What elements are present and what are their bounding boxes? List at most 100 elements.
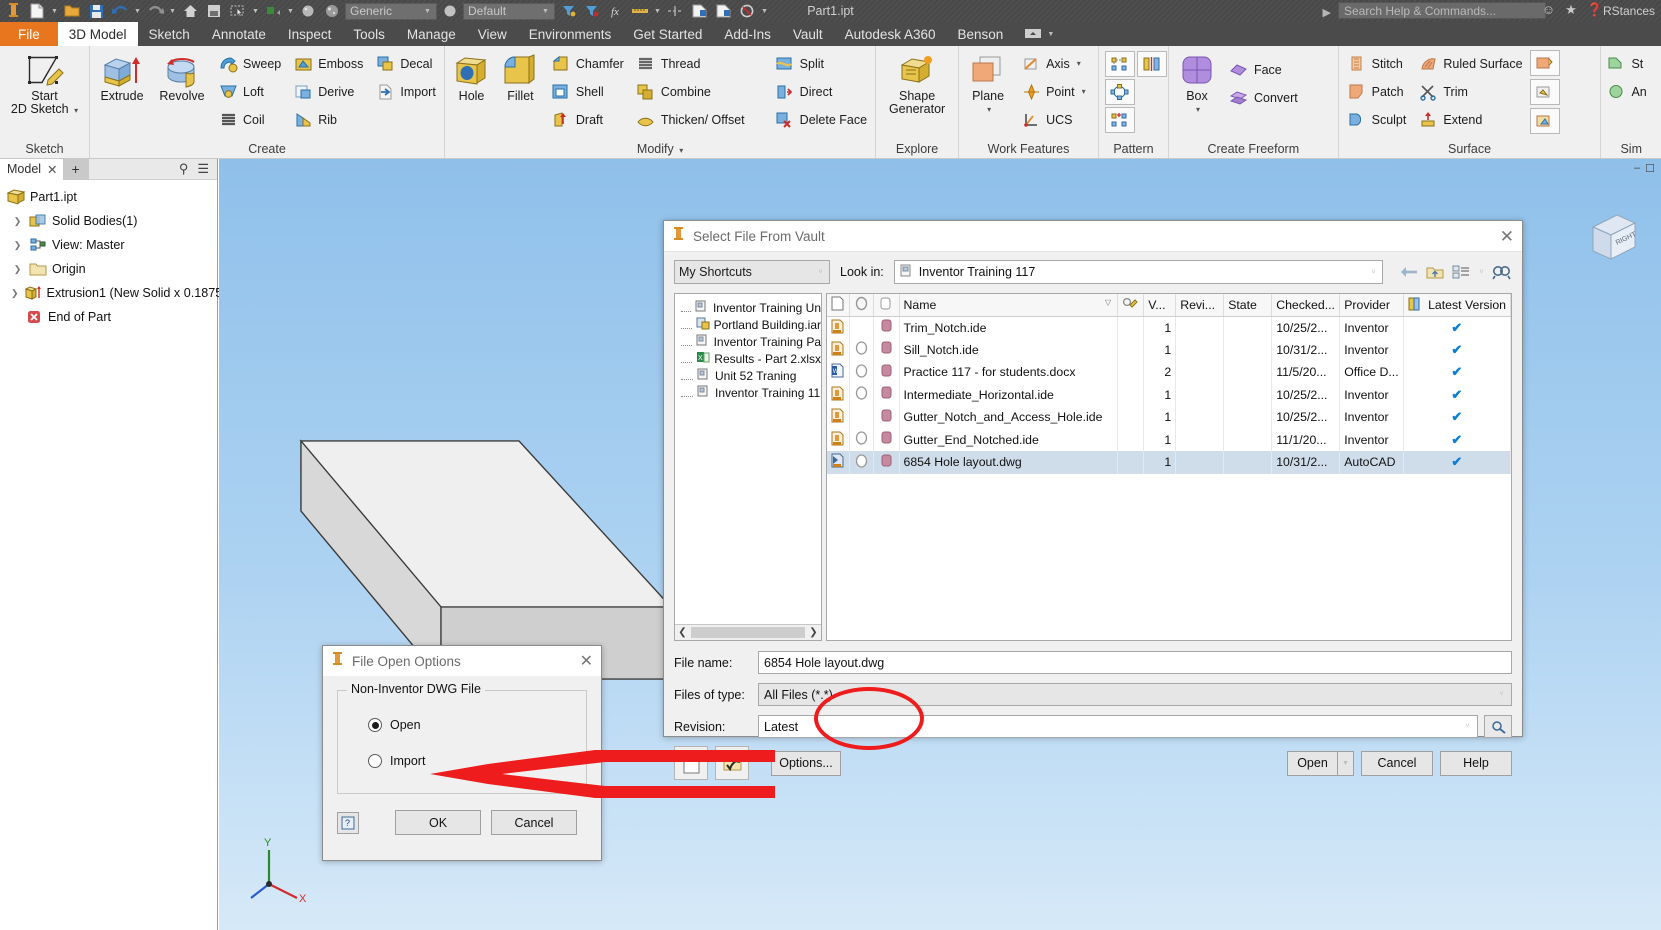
chevron-down-icon[interactable]: ▾ (1082, 87, 1086, 96)
mirror-button[interactable] (1136, 51, 1167, 77)
browser-tab-model[interactable]: Model ✕ (0, 158, 63, 180)
tab-3d-model[interactable]: 3D Model (57, 22, 138, 46)
update-mass-icon[interactable] (712, 1, 734, 21)
adjust-appearance-icon[interactable] (557, 1, 579, 21)
rectangular-pattern-button[interactable] (1104, 51, 1135, 77)
open-file-icon[interactable] (61, 1, 83, 21)
ucs-button[interactable]: UCS (1016, 106, 1091, 133)
col-checked[interactable]: Checked... (1271, 294, 1341, 317)
table-row[interactable]: Trim_Notch.ide 1 10/25/2... Inventor ✔ (827, 316, 1511, 339)
visual-style-icon[interactable] (262, 1, 284, 21)
table-row[interactable]: Gutter_Notch_and_Access_Hole.ide 1 10/25… (827, 406, 1511, 429)
col-provider[interactable]: Provider (1339, 294, 1404, 317)
col-version[interactable]: V... (1143, 294, 1177, 317)
no-symbol-dropdown-icon[interactable]: ▼ (760, 8, 769, 15)
files-of-type-select[interactable]: All Files (*.*) ˅ (758, 683, 1512, 706)
menu-icon[interactable]: ☰ (197, 161, 209, 177)
constraints-icon[interactable] (664, 1, 686, 21)
surface-extra-2-button[interactable] (1529, 79, 1560, 105)
box-button[interactable]: Box ▾ (1172, 48, 1222, 116)
shortcuts-select[interactable]: My Shortcuts ˅ (674, 260, 830, 284)
ruled-surface-button[interactable]: Ruled Surface (1413, 50, 1527, 77)
circular-pattern-button[interactable] (1104, 79, 1135, 105)
tab-view[interactable]: View (467, 22, 518, 46)
import-button[interactable]: Import (370, 78, 440, 105)
view-list-icon[interactable] (1451, 262, 1471, 282)
update-icon[interactable] (688, 1, 710, 21)
table-row-selected[interactable]: 6854 Hole layout.dwg 1 10/31/2... AutoCA… (827, 451, 1511, 474)
hole-button[interactable]: Hole (448, 48, 495, 103)
parameters-icon[interactable]: fx (605, 1, 627, 21)
appearance-select[interactable]: Default ▼ (463, 2, 555, 20)
search-icon[interactable]: ⚲ (179, 161, 189, 177)
back-arrow-icon[interactable] (1399, 262, 1419, 282)
scrollbar-thumb[interactable] (691, 627, 805, 638)
help-button[interactable]: Help (1440, 750, 1512, 776)
visual-style-dropdown-icon[interactable]: ▼ (286, 8, 295, 15)
tab-benson[interactable]: Benson (946, 22, 1014, 46)
delete-face-button[interactable]: Delete Face (770, 106, 872, 133)
shortcut-item[interactable]: Portland Building.iar (681, 316, 821, 333)
tab-vault[interactable]: Vault (782, 22, 834, 46)
surface-extra-1-button[interactable] (1529, 50, 1560, 76)
measure-dropdown-icon[interactable]: ▼ (653, 8, 662, 15)
view-cube[interactable]: RIGHT (1587, 209, 1639, 271)
close-icon[interactable]: ✕ (47, 162, 57, 177)
options-button[interactable]: Options... (771, 750, 841, 776)
revision-select[interactable]: Latest ˅ (758, 715, 1478, 738)
clear-appearance-icon[interactable] (581, 1, 603, 21)
select-dropdown-icon[interactable]: ▼ (251, 8, 260, 15)
direct-button[interactable]: Direct (770, 78, 872, 105)
col-status[interactable] (849, 294, 874, 317)
chevron-down-icon[interactable]: ▾ (987, 103, 991, 116)
measure-icon[interactable] (629, 1, 651, 21)
tree-node-part[interactable]: Part1.ipt (4, 185, 217, 209)
no-symbol-icon[interactable] (736, 1, 758, 21)
new-folder-button[interactable] (674, 746, 708, 780)
chevron-right-icon[interactable]: ❯ (11, 288, 19, 299)
point-button[interactable]: Point ▾ (1016, 78, 1091, 105)
home-icon[interactable] (179, 1, 201, 21)
undo-icon[interactable] (109, 1, 131, 21)
shortcut-item[interactable]: Inventor Training Pa (681, 333, 821, 350)
table-row[interactable]: Sill_Notch.ide 1 10/31/2... Inventor ✔ (827, 338, 1511, 361)
close-icon[interactable]: ✕ (1500, 228, 1514, 245)
col-name[interactable]: Name ▽ (899, 294, 1119, 317)
extend-button[interactable]: Extend (1413, 106, 1527, 133)
select-icon[interactable] (227, 1, 249, 21)
favorites-star-icon[interactable]: ★ (1565, 2, 1577, 18)
tab-inspect[interactable]: Inspect (277, 22, 343, 46)
ok-button[interactable]: OK (395, 810, 481, 835)
shortcut-item[interactable]: Unit 52 Traning (681, 367, 821, 384)
title-more-icon[interactable]: ▶ (1323, 3, 1331, 21)
add-browser-tab-button[interactable]: + (62, 158, 89, 180)
new-file-icon[interactable] (26, 1, 48, 21)
patch-button[interactable]: Patch (1342, 78, 1412, 105)
split-button[interactable]: Split (770, 50, 872, 77)
shortcut-item[interactable]: Inventor Training Un (681, 299, 821, 316)
return-icon[interactable] (203, 1, 225, 21)
ribbon-display-options[interactable]: ▼ (1014, 22, 1066, 46)
revision-browse-button[interactable] (1484, 715, 1512, 738)
col-state[interactable]: State (1223, 294, 1273, 317)
chevron-right-icon[interactable]: ❯ (11, 240, 24, 251)
draft-button[interactable]: Draft (546, 106, 629, 133)
col-latest-version[interactable]: Latest Version (1403, 294, 1511, 317)
sketch-driven-pattern-button[interactable] (1104, 107, 1135, 133)
open-button[interactable]: Open (1287, 750, 1337, 776)
start-2d-sketch-button[interactable]: Start 2D Sketch ▾ (3, 48, 86, 117)
shortcuts-horizontal-scrollbar[interactable]: ❮ ❯ (675, 624, 821, 640)
tab-get-started[interactable]: Get Started (622, 22, 713, 46)
chevron-down-icon[interactable]: ▾ (679, 146, 683, 155)
face-button[interactable]: Face (1224, 56, 1303, 83)
col-revision[interactable]: Revi... (1175, 294, 1225, 317)
tree-node-solid-bodies[interactable]: ❯ Solid Bodies(1) (4, 209, 217, 233)
material-select[interactable]: Generic ▼ (345, 2, 437, 20)
radio-import-row[interactable]: Import (338, 743, 586, 779)
chevron-right-icon[interactable]: ❯ (11, 264, 24, 275)
sweep-button[interactable]: Sweep (213, 50, 286, 77)
go-to-folder-button[interactable] (715, 746, 749, 780)
save-icon[interactable] (85, 1, 107, 21)
shortcut-item[interactable]: Inventor Training 11 (681, 384, 821, 401)
scroll-right-icon[interactable]: ❯ (806, 627, 821, 638)
